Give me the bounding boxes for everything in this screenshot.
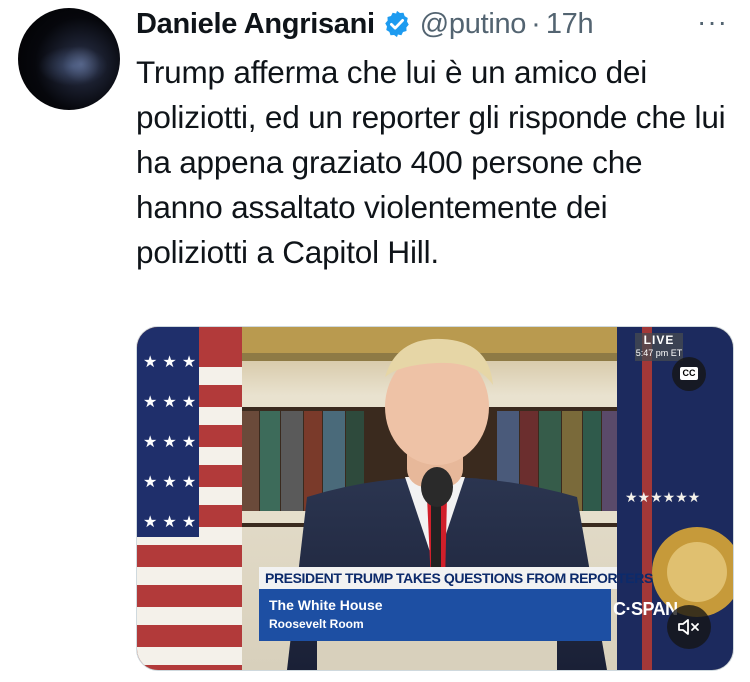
tweet-header: Daniele Angrisani @putino · 17h xyxy=(136,4,730,44)
video-location-title: The White House xyxy=(269,597,383,613)
closed-captions-icon: CC xyxy=(680,367,698,380)
svg-text:★ ★ ★: ★ ★ ★ xyxy=(143,432,196,451)
verified-badge-icon[interactable] xyxy=(382,9,412,39)
author-avatar[interactable] xyxy=(18,8,120,110)
svg-text:★ ★ ★: ★ ★ ★ xyxy=(143,512,196,531)
video-location-subtitle: Roosevelt Room xyxy=(269,617,364,631)
live-time: 5:47 pm ET xyxy=(635,348,683,358)
live-label: LIVE xyxy=(643,333,675,347)
more-horizontal-icon[interactable]: ··· xyxy=(697,6,728,38)
closed-captions-button[interactable]: CC xyxy=(672,357,706,391)
svg-text:★★★★★★: ★★★★★★ xyxy=(625,490,700,506)
mute-button[interactable] xyxy=(667,605,711,649)
live-indicator: LIVE 5:47 pm ET xyxy=(635,333,683,361)
header-separator: · xyxy=(531,7,541,40)
video-player[interactable]: ★ ★ ★ ★ ★ ★ ★ ★ ★ ★ ★ ★ ★ ★ ★ ★★★★★★ LIV… xyxy=(136,326,734,671)
network-logo: C·SPAN xyxy=(613,599,678,619)
speaker-muted-icon xyxy=(678,619,699,635)
tweet-text: Trump afferma che lui è un amico dei pol… xyxy=(136,54,726,270)
video-headline: PRESIDENT TRUMP TAKES QUESTIONS FROM REP… xyxy=(259,567,653,589)
author-name[interactable]: Daniele Angrisani xyxy=(136,8,375,41)
author-handle[interactable]: @putino xyxy=(420,8,527,41)
video-location-box: The White House Roosevelt Room xyxy=(259,589,611,641)
svg-text:★ ★ ★: ★ ★ ★ xyxy=(143,392,196,411)
svg-text:★ ★ ★: ★ ★ ★ xyxy=(143,352,196,371)
tweet-timestamp[interactable]: 17h xyxy=(546,8,594,41)
svg-text:★ ★ ★: ★ ★ ★ xyxy=(143,472,196,491)
